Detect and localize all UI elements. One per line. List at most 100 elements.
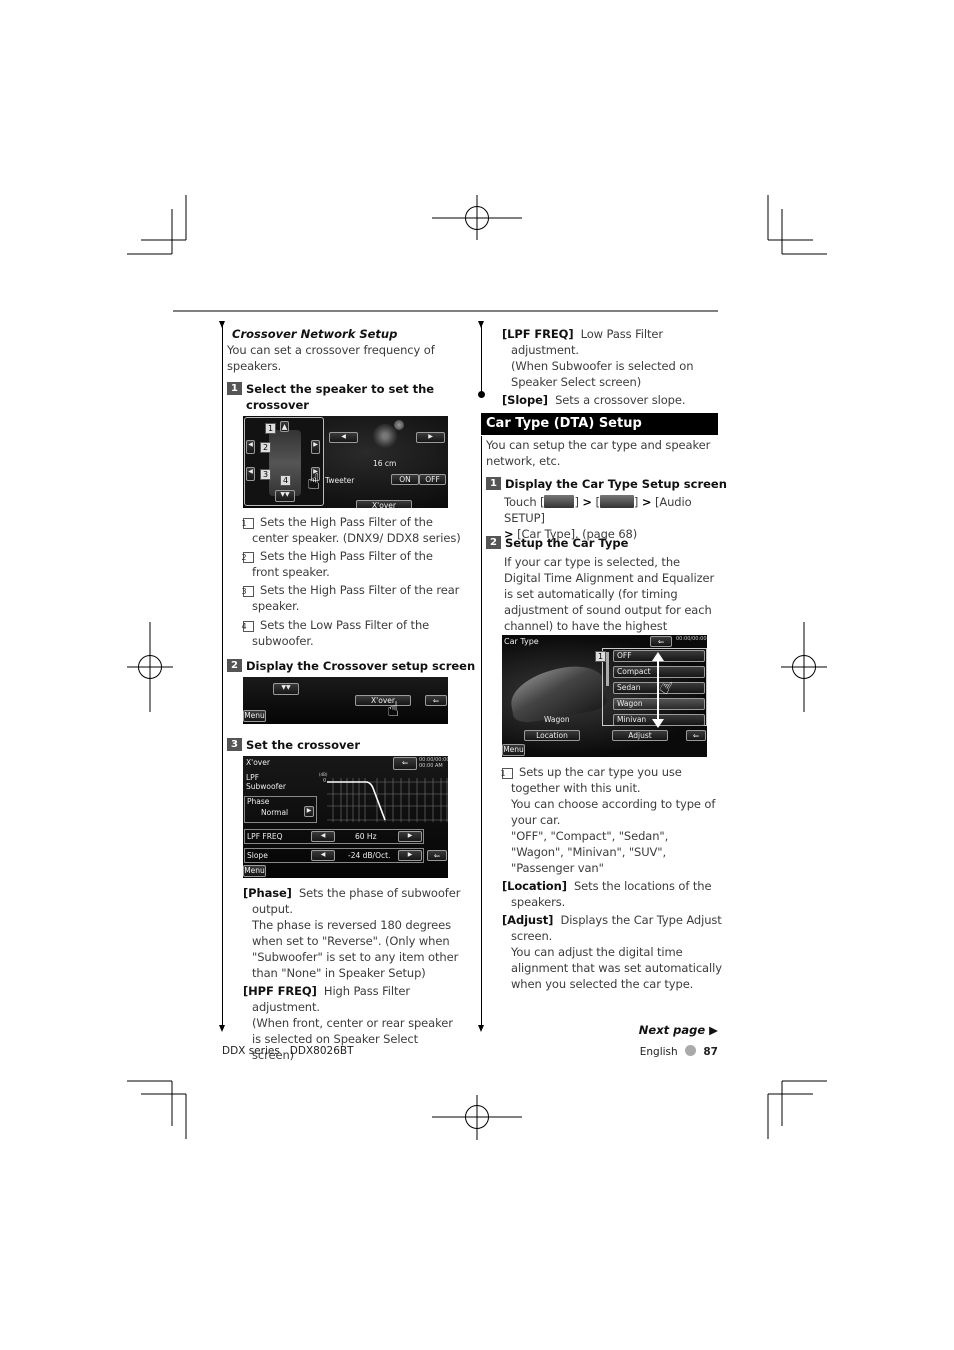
back-button[interactable]: ⇐ <box>393 757 417 770</box>
lpf-freq-down-button[interactable]: ◀ <box>311 831 335 842</box>
step-3: 3 Set the crossover <box>227 737 360 753</box>
next-page-link[interactable]: Next page ▶ <box>600 1023 718 1037</box>
crossover-screenshot: X'over ⇐ 00:00/00:00 00:00 AM LPF Subwoo… <box>243 756 448 878</box>
column-line-right <box>481 324 482 394</box>
scroll-arrow-up-icon <box>652 652 664 661</box>
setup-button-icon <box>599 495 634 508</box>
section-intro: You can setup the car type and speaker n… <box>486 438 711 468</box>
back-button-icon <box>544 495 575 508</box>
footer-series: DDX series DDX8026BT <box>222 1045 354 1057</box>
column-end-marker-right <box>478 1025 484 1032</box>
return-button[interactable]: ⇐ <box>427 850 447 861</box>
callout-item: 1 Sets up the car type you use together w… <box>501 764 724 796</box>
subwoofer-button[interactable]: ▼▼ <box>275 490 295 502</box>
tweeter-on-button[interactable]: ON <box>391 474 419 485</box>
left-definitions: [Phase] Sets the phase of subwoofer outp… <box>243 885 463 1063</box>
column-line-left <box>222 324 223 1026</box>
car-type-option[interactable]: Wagon <box>613 698 705 710</box>
callout-text: Sets the Low Pass Filter of the subwoofe… <box>252 618 430 648</box>
center-speaker-button[interactable]: ▲ <box>280 421 289 432</box>
scroll-arrow-down-icon <box>652 719 664 728</box>
tweeter-icon <box>394 420 404 430</box>
subwoofer-label: Subwoofer <box>246 782 286 791</box>
menu-button[interactable]: Menu <box>502 744 525 756</box>
bracket: ] <box>574 495 579 509</box>
definition-extra: The phase is reversed 180 degrees when s… <box>252 918 459 980</box>
location-button[interactable]: Location <box>524 730 580 741</box>
graph-zero-label: 0 <box>323 778 327 784</box>
step-2: 2 Display the Crossover setup screen <box>227 658 475 674</box>
xover-button[interactable]: X'over <box>355 695 411 706</box>
column-end-marker-left <box>219 1025 225 1032</box>
car-type-screenshot: Car Type ⇐ 00:00/00:00 Wagon 1 OFF Compac… <box>502 635 707 757</box>
footer-page-info: English 87 <box>600 1045 718 1058</box>
registration-mark-top <box>432 195 522 240</box>
bracket: ] <box>633 495 639 509</box>
slope-up-button[interactable]: ▶ <box>398 850 422 861</box>
step-1: 1 Select the speaker to set the crossove… <box>227 381 462 413</box>
step-title: Display the Crossover setup screen <box>246 659 476 673</box>
slope-value: -24 dB/Oct. <box>348 851 391 860</box>
menu-button[interactable]: Menu <box>243 865 266 877</box>
tweeter-off-button[interactable]: OFF <box>419 474 446 485</box>
size-next-button[interactable]: ▶ <box>416 432 445 443</box>
front-left-speaker-button[interactable]: ◀ <box>246 440 255 454</box>
adjust-button[interactable]: Adjust <box>612 730 668 741</box>
definition-term: [Location] <box>502 879 567 893</box>
definition-hpf-freq: [HPF FREQ] High Pass Filter adjustment. <box>243 983 463 1015</box>
callout-3: 3 <box>260 469 271 480</box>
xover-button-screenshot: ▼▼ X'over ⇐ Menu ☝ <box>243 677 448 724</box>
definition-term: [LPF FREQ] <box>502 327 574 341</box>
phase-toggle-button[interactable]: ▶ <box>304 806 314 817</box>
callout-extra: You can choose according to type of your… <box>511 797 716 827</box>
graph-unit-label: (dB) <box>319 772 328 777</box>
callout-text: Sets the High Pass Filter of the rear sp… <box>252 583 460 613</box>
right-top-definitions: [LPF FREQ] Low Pass Filter adjustment. (… <box>502 326 722 408</box>
car-seats-graphic <box>269 430 301 496</box>
callout-item: 1 Sets the High Pass Filter of the center… <box>242 514 463 546</box>
lpf-label: LPF <box>246 773 260 782</box>
touch-prefix: Touch [ <box>504 495 545 509</box>
lpf-freq-value: 60 Hz <box>355 832 377 841</box>
hand-pointer-icon: ☝ <box>307 470 321 495</box>
definition-text: Sets a crossover slope. <box>555 393 686 407</box>
callout-1: 1 <box>265 423 276 434</box>
slope-label: Slope <box>247 851 268 860</box>
step-title: Set the crossover <box>246 738 361 752</box>
rear-left-speaker-button[interactable]: ◀ <box>246 467 255 481</box>
definition-term: [Adjust] <box>502 913 554 927</box>
return-button[interactable]: ⇐ <box>686 730 706 741</box>
crossover-graph <box>327 778 448 822</box>
step-number: 2 <box>486 536 501 549</box>
callout-4: 4 <box>280 475 291 486</box>
speaker-callouts: 1 Sets the High Pass Filter of the center… <box>242 514 463 651</box>
callout-item: 3 Sets the High Pass Filter of the rear s… <box>242 582 463 614</box>
front-right-speaker-button[interactable]: ▶ <box>311 440 320 454</box>
definition-term: [Phase] <box>243 886 292 900</box>
list-scrollbar[interactable] <box>606 652 609 686</box>
registration-mark-left <box>127 622 173 712</box>
car-step-1: 1 Display the Car Type Setup screen <box>486 476 727 492</box>
definition-term: [Slope] <box>502 393 548 407</box>
lpf-freq-up-button[interactable]: ▶ <box>398 831 422 842</box>
back-button[interactable]: ⇐ <box>650 636 672 647</box>
callout-text: Sets up the car type you use together wi… <box>511 765 682 795</box>
callout-text: Sets the High Pass Filter of the front s… <box>252 549 433 579</box>
xover-button[interactable]: X'over <box>356 500 412 508</box>
definition-phase: [Phase] Sets the phase of subwoofer outp… <box>243 885 463 917</box>
car-type-option[interactable]: Compact <box>613 666 705 678</box>
speaker-size-value: 16 cm <box>373 459 397 468</box>
section-intro: You can set a crossover frequency of spe… <box>227 343 435 373</box>
back-button[interactable]: ⇐ <box>425 695 447 706</box>
callout-number: 1 <box>501 768 513 779</box>
slope-down-button[interactable]: ◀ <box>311 850 335 861</box>
clock: 00:00/00:00 <box>676 636 707 642</box>
step-number: 1 <box>486 477 501 490</box>
subwoofer-button[interactable]: ▼▼ <box>273 683 299 695</box>
size-prev-button[interactable]: ◀ <box>329 432 358 443</box>
callout-number: 3 <box>242 586 254 597</box>
callout-2: 2 <box>260 442 271 453</box>
definition-term: [HPF FREQ] <box>243 984 317 998</box>
step-number: 2 <box>227 659 242 672</box>
menu-button[interactable]: Menu <box>243 710 266 722</box>
